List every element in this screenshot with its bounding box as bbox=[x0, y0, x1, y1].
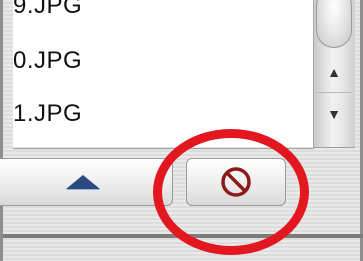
dialog-window: 9.JPG 0.JPG 1.JPG ▲ ▼ bbox=[0, 0, 363, 261]
window-bottom-border bbox=[3, 234, 363, 238]
parent-folder-button[interactable] bbox=[0, 158, 173, 206]
up-triangle-icon bbox=[66, 175, 100, 189]
scroll-up-button[interactable]: ▲ bbox=[316, 52, 352, 93]
vertical-scrollbar[interactable]: ▲ ▼ bbox=[313, 0, 355, 148]
cancel-button[interactable] bbox=[186, 158, 286, 206]
list-item[interactable]: 1.JPG bbox=[13, 100, 82, 128]
list-item[interactable]: 0.JPG bbox=[13, 47, 82, 75]
prohibit-icon bbox=[221, 167, 251, 197]
scroll-down-button[interactable]: ▼ bbox=[316, 94, 352, 134]
scroll-thumb[interactable] bbox=[316, 0, 352, 48]
list-item[interactable]: 9.JPG bbox=[13, 0, 82, 20]
file-list[interactable]: 9.JPG 0.JPG 1.JPG bbox=[13, 0, 314, 149]
button-bar bbox=[0, 150, 360, 261]
scroll-up-arrow-icon: ▲ bbox=[327, 64, 341, 80]
scroll-down-arrow-icon: ▼ bbox=[327, 106, 341, 122]
